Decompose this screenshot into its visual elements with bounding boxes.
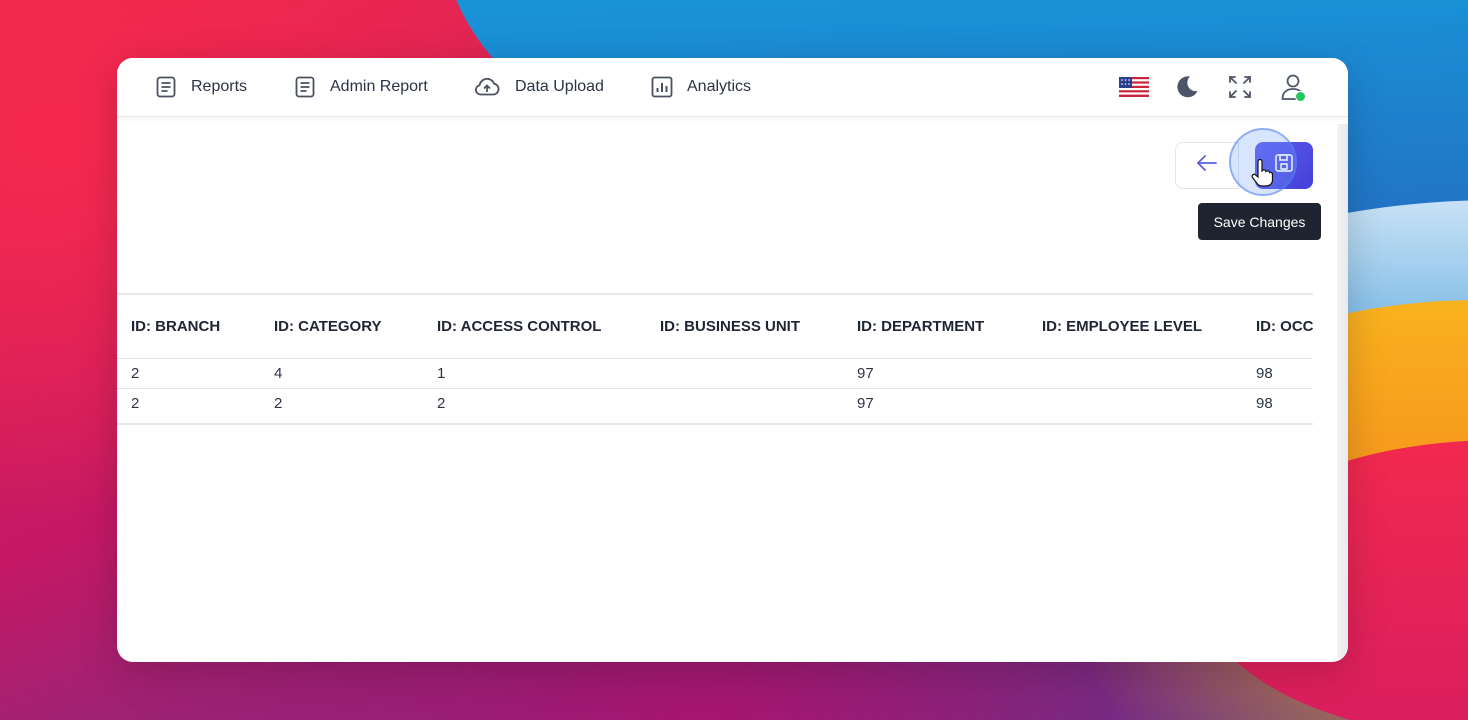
data-table-container: ID: BRANCH ID: CATEGORY ID: ACCESS CONTR…	[117, 293, 1313, 425]
table-header-row: ID: BRANCH ID: CATEGORY ID: ACCESS CONTR…	[117, 295, 1313, 359]
arrow-left-icon	[1196, 154, 1218, 177]
data-table: ID: BRANCH ID: CATEGORY ID: ACCESS CONTR…	[117, 295, 1313, 418]
table-cell	[1028, 358, 1242, 389]
column-header[interactable]: ID: BRANCH	[117, 295, 260, 359]
table-cell: 98	[1256, 395, 1273, 412]
table-cell: 97	[857, 395, 874, 412]
fullscreen-icon[interactable]	[1225, 72, 1255, 102]
top-navigation-bar: Reports Admin Report Data Upload Analyti…	[117, 58, 1348, 117]
us-flag-icon[interactable]	[1119, 72, 1149, 102]
table-row[interactable]: 2 2 2 97 98	[117, 389, 1313, 419]
table-cell	[646, 358, 843, 389]
column-header[interactable]: ID: OCC	[1242, 295, 1313, 359]
save-changes-tooltip: Save Changes	[1198, 203, 1321, 240]
nav-item-label: Analytics	[687, 78, 752, 95]
nav-item-label: Admin Report	[330, 78, 428, 95]
floppy-disk-icon	[1274, 153, 1294, 178]
bar-chart-icon	[651, 76, 673, 98]
table-row[interactable]: 2 4 1 97 98	[117, 358, 1313, 389]
table-cell: 2	[274, 395, 283, 412]
content-panel-edge	[1337, 124, 1348, 662]
column-header[interactable]: ID: CATEGORY	[260, 295, 423, 359]
nav-item-data-upload[interactable]: Data Upload	[473, 72, 604, 102]
nav-item-label: Data Upload	[515, 78, 604, 95]
document-icon	[155, 76, 177, 98]
column-header[interactable]: ID: DEPARTMENT	[843, 295, 1028, 359]
table-cell: 4	[260, 358, 423, 389]
topbar-actions	[1096, 72, 1308, 102]
table-cell	[1028, 389, 1242, 419]
table-cell: 97	[843, 358, 1028, 389]
table-cell: 1	[423, 358, 646, 389]
cloud-upload-icon	[473, 76, 501, 98]
nav-item-label: Reports	[191, 78, 248, 95]
back-button[interactable]	[1175, 142, 1239, 189]
user-icon[interactable]	[1278, 72, 1308, 102]
nav-item-reports[interactable]: Reports	[155, 72, 247, 102]
nav-item-admin-report[interactable]: Admin Report	[294, 72, 428, 102]
document-icon	[294, 76, 316, 98]
table-cell: 2	[437, 395, 446, 412]
table-cell: 2	[117, 358, 260, 389]
table-cell	[646, 389, 843, 419]
table-cell: 98	[1242, 358, 1313, 389]
column-header[interactable]: ID: BUSINESS UNIT	[646, 295, 843, 359]
column-header[interactable]: ID: ACCESS CONTROL	[423, 295, 646, 359]
desktop-wallpaper: Reports Admin Report Data Upload Analyti…	[0, 0, 1468, 720]
table-cell: 2	[131, 395, 140, 412]
app-window: Reports Admin Report Data Upload Analyti…	[117, 58, 1348, 662]
column-header[interactable]: ID: EMPLOYEE LEVEL	[1028, 295, 1242, 359]
save-changes-button[interactable]	[1255, 142, 1313, 189]
online-status-dot	[1295, 91, 1306, 102]
moon-icon[interactable]	[1172, 72, 1202, 102]
nav-item-analytics[interactable]: Analytics	[651, 72, 751, 102]
